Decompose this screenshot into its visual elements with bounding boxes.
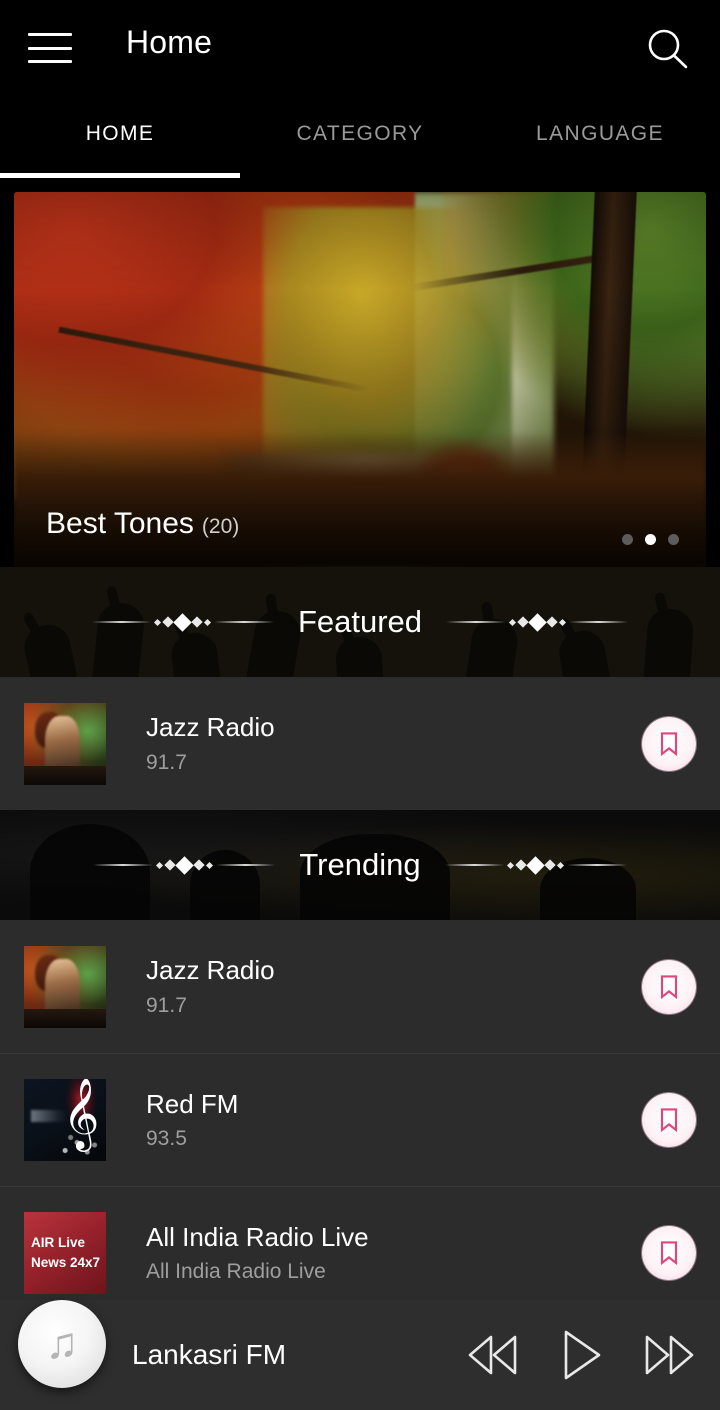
station-name: Jazz Radio xyxy=(146,955,275,986)
station-thumbnail xyxy=(24,945,106,1028)
tab-category[interactable]: CATEGORY xyxy=(240,96,480,178)
hamburger-menu-icon[interactable] xyxy=(28,30,72,66)
section-title-featured: Featured xyxy=(297,604,423,639)
station-frequency: 93.5 xyxy=(146,1127,187,1151)
ornament-left xyxy=(93,855,276,875)
station-thumbnail: 𝄞 xyxy=(24,1079,106,1161)
station-info: Jazz Radio 91.7 xyxy=(106,712,642,775)
banner-carousel[interactable]: Best Tones (20) xyxy=(0,178,720,567)
banner-count: (20) xyxy=(201,515,240,538)
bookmark-button[interactable] xyxy=(642,959,696,1014)
app-bar: Home xyxy=(0,0,720,96)
search-icon[interactable] xyxy=(642,24,694,76)
station-thumbnail xyxy=(24,702,106,785)
station-frequency: 91.7 xyxy=(146,993,187,1017)
app-screen: Home HOME CATEGORY LANGUAGE Best Tones (… xyxy=(0,0,720,1410)
bookmark-icon xyxy=(660,1241,678,1266)
banner-title: Best Tones xyxy=(46,507,194,540)
station-description: All India Radio Live xyxy=(146,1260,326,1284)
hamburger-bar xyxy=(28,46,72,50)
player-bar[interactable]: ♫ Lankasri FM xyxy=(0,1300,720,1410)
trending-list: Jazz Radio 91.7 𝄞 Red FM 93.5 AIR Live N… xyxy=(0,920,720,1319)
list-item[interactable]: Jazz Radio 91.7 xyxy=(0,920,720,1053)
carousel-dot[interactable] xyxy=(668,534,679,545)
active-tab-indicator xyxy=(0,173,240,178)
bookmark-icon xyxy=(660,731,678,756)
station-info: All India Radio Live All India Radio Liv… xyxy=(106,1222,642,1285)
ornament-right xyxy=(444,855,627,875)
treble-clef-icon: 𝄞 xyxy=(62,1079,100,1150)
list-item[interactable]: Jazz Radio 91.7 xyxy=(0,677,720,810)
station-frequency: 91.7 xyxy=(146,750,187,774)
carousel-dot-active[interactable] xyxy=(645,534,656,545)
player-album-art[interactable]: ♫ xyxy=(18,1300,106,1388)
thumbnail-text-line2: News 24x7 xyxy=(31,1255,101,1270)
tab-bar: HOME CATEGORY LANGUAGE xyxy=(0,96,720,178)
rewind-icon[interactable] xyxy=(464,1331,522,1379)
section-header-trending: Trending xyxy=(0,810,720,920)
station-info: Red FM 93.5 xyxy=(106,1089,642,1152)
music-note-icon: ♫ xyxy=(45,1319,79,1368)
banner-slide[interactable]: Best Tones (20) xyxy=(14,192,706,567)
station-info: Jazz Radio 91.7 xyxy=(106,955,642,1018)
bookmark-button[interactable] xyxy=(642,1226,696,1280)
station-name: Red FM xyxy=(146,1088,239,1119)
hamburger-bar xyxy=(28,60,72,63)
hamburger-bar xyxy=(28,33,72,36)
ornament-right xyxy=(446,612,629,632)
station-thumbnail: AIR Live News 24x7 xyxy=(24,1212,106,1294)
carousel-dots xyxy=(622,534,679,545)
station-name: All India Radio Live xyxy=(146,1221,369,1252)
page-title: Home xyxy=(126,24,213,60)
station-name: Jazz Radio xyxy=(146,712,275,743)
bookmark-button[interactable] xyxy=(642,716,696,771)
tab-language[interactable]: LANGUAGE xyxy=(480,96,720,178)
featured-list: Jazz Radio 91.7 xyxy=(0,677,720,810)
fast-forward-icon[interactable] xyxy=(640,1331,698,1379)
carousel-dot[interactable] xyxy=(622,534,633,545)
bookmark-icon xyxy=(660,974,678,999)
player-controls xyxy=(464,1327,698,1383)
bookmark-icon xyxy=(660,1108,678,1133)
bookmark-button[interactable] xyxy=(642,1093,696,1147)
thumbnail-text-line1: AIR Live xyxy=(31,1235,86,1251)
list-item[interactable]: 𝄞 Red FM 93.5 xyxy=(0,1053,720,1186)
ornament-left xyxy=(91,612,274,632)
tab-home[interactable]: HOME xyxy=(0,96,240,178)
section-header-featured: Featured xyxy=(0,567,720,677)
banner-caption: Best Tones (20) xyxy=(46,507,239,541)
now-playing-title: Lankasri FM xyxy=(132,1339,287,1370)
section-title-trending: Trending xyxy=(299,847,421,882)
play-icon[interactable] xyxy=(556,1327,606,1383)
